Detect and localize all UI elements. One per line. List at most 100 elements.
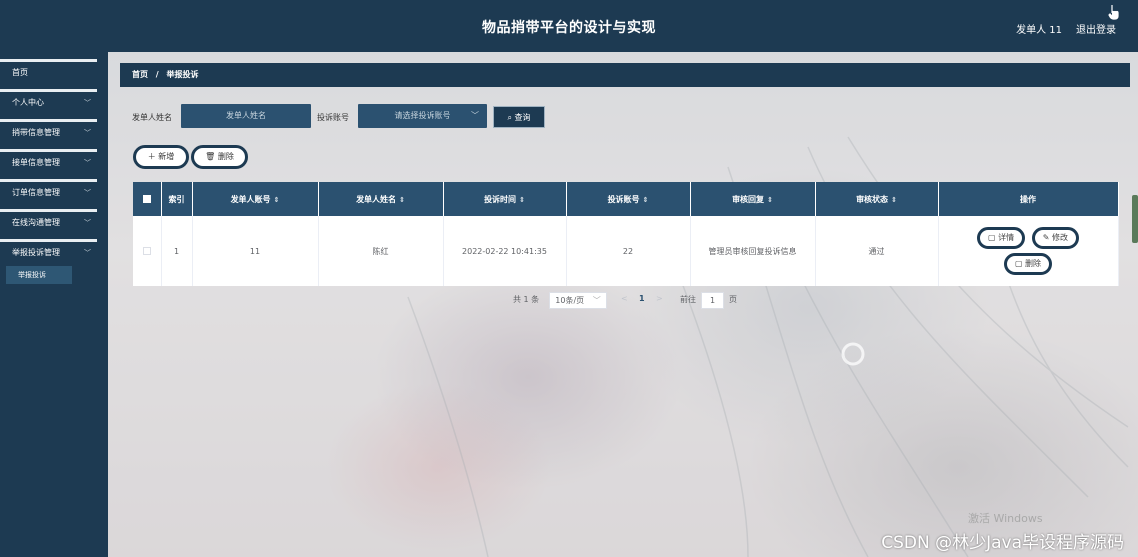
breadcrumb-separator: / bbox=[155, 70, 159, 79]
column-header[interactable]: 发单人账号 ⇕ bbox=[192, 182, 319, 216]
goto-label: 前往 bbox=[680, 295, 696, 304]
app-title: 物品捎带平台的设计与实现 bbox=[482, 20, 656, 36]
sidebar-subitem-complaint[interactable]: 举报投诉 bbox=[6, 266, 72, 284]
sort-icon[interactable]: ⇕ bbox=[399, 196, 405, 204]
sidebar-item-home[interactable]: 首页 bbox=[0, 59, 97, 81]
edit-button-label: 修改 bbox=[1051, 233, 1068, 242]
row-checkbox[interactable] bbox=[142, 247, 151, 255]
sidebar-item-online-chat[interactable]: 在线沟通管理 ﹀ bbox=[0, 209, 97, 231]
complaints-table: 索引 发单人账号 ⇕ 发单人姓名 ⇕ 投诉时间 ⇕ 投诉账号 ⇕ 审核回复 ⇕ 审核状态 ⇕… bbox=[133, 182, 1119, 286]
chevron-down-icon: ﹀ bbox=[84, 99, 91, 107]
cell-index: 1 bbox=[161, 216, 193, 286]
current-user: 发单人 11 bbox=[1016, 25, 1062, 36]
sort-icon[interactable]: ⇕ bbox=[767, 196, 773, 204]
row-select-cell[interactable] bbox=[133, 216, 162, 286]
logout-link[interactable]: 退出登录 bbox=[1076, 21, 1116, 36]
sidebar-item-accept-order[interactable]: 接单信息管理 ﹀ bbox=[0, 149, 97, 171]
sidebar-item-label: 订单信息管理 bbox=[12, 188, 60, 197]
edit-button[interactable]: ✎ 修改 bbox=[1031, 227, 1079, 249]
select-all-cell[interactable] bbox=[133, 182, 162, 216]
column-header-label: 审核状态 bbox=[856, 194, 889, 204]
add-button[interactable]: ＋ 新增 bbox=[133, 145, 189, 169]
column-header[interactable]: 审核回复 ⇕ bbox=[690, 182, 816, 216]
detail-button-label: 详情 bbox=[998, 233, 1015, 242]
prev-page-icon[interactable]: < bbox=[621, 294, 628, 303]
select-all-checkbox[interactable] bbox=[142, 195, 151, 203]
cell-time: 2022-02-22 10:41:35 bbox=[443, 216, 567, 286]
column-header-label: 投诉时间 bbox=[484, 194, 517, 204]
trash-icon: 🗑 bbox=[205, 152, 216, 161]
name-label: 发单人姓名 bbox=[132, 113, 172, 122]
batch-delete-button[interactable]: 🗑 删除 bbox=[191, 145, 248, 169]
add-button-label: 新增 bbox=[158, 152, 175, 161]
row-delete-button-label: 删除 bbox=[1025, 259, 1042, 268]
page-unit-label: 页 bbox=[729, 295, 737, 304]
sort-icon[interactable]: ⇕ bbox=[891, 196, 897, 204]
trash-icon: ▢ bbox=[1014, 259, 1023, 268]
column-header-label: 审核回复 bbox=[732, 194, 765, 204]
table-header-row: 索引 发单人账号 ⇕ 发单人姓名 ⇕ 投诉时间 ⇕ 投诉账号 ⇕ 审核回复 ⇕ 审核状态 ⇕… bbox=[133, 182, 1119, 216]
column-header[interactable]: 投诉账号 ⇕ bbox=[566, 182, 691, 216]
cell-name: 陈红 bbox=[318, 216, 444, 286]
account-label: 投诉账号 bbox=[317, 113, 349, 122]
sidebar-item-order-info[interactable]: 订单信息管理 ﹀ bbox=[0, 179, 97, 201]
cell-status: 通过 bbox=[815, 216, 939, 286]
goto-page-input[interactable]: 1 bbox=[701, 292, 724, 309]
top-header: 物品捎带平台的设计与实现 发单人 11 退出登录 bbox=[0, 0, 1138, 52]
sort-icon[interactable]: ⇕ bbox=[274, 196, 280, 204]
breadcrumb: 首页 / 举报投诉 bbox=[120, 63, 1130, 87]
current-page[interactable]: 1 bbox=[639, 294, 645, 303]
column-header: 索引 bbox=[161, 182, 193, 216]
breadcrumb-current: 举报投诉 bbox=[166, 70, 199, 79]
chevron-down-icon: ﹀ bbox=[84, 159, 91, 167]
sidebar-item-complaints[interactable]: 举报投诉管理 ﹀ bbox=[0, 239, 97, 261]
chevron-down-icon: ﹀ bbox=[84, 189, 91, 197]
cell-actions: ▢ 详情 ✎ 修改 ▢ 删除 bbox=[938, 216, 1119, 286]
cell-account: 11 bbox=[192, 216, 319, 286]
search-icon: ⌕ bbox=[507, 113, 512, 122]
document-icon: ▢ bbox=[988, 233, 996, 242]
sort-icon[interactable]: ⇕ bbox=[519, 196, 525, 204]
pencil-icon: ✎ bbox=[1042, 233, 1050, 242]
sidebar-item-label: 个人中心 bbox=[12, 98, 44, 107]
plus-icon: ＋ bbox=[147, 152, 156, 161]
sidebar-item-label: 接单信息管理 bbox=[12, 158, 60, 167]
page-size-value: 10条/页 bbox=[555, 296, 585, 305]
breadcrumb-home[interactable]: 首页 bbox=[132, 70, 148, 79]
column-header-label: 发单人姓名 bbox=[356, 194, 397, 204]
windows-activation-watermark: 激活 Windows bbox=[968, 512, 1043, 525]
sidebar-item-label: 在线沟通管理 bbox=[12, 218, 60, 227]
hand-cursor-icon bbox=[1108, 5, 1119, 20]
sidebar-item-carry-info[interactable]: 捎带信息管理 ﹀ bbox=[0, 119, 97, 141]
sidebar-item-personal-center[interactable]: 个人中心 ﹀ bbox=[0, 89, 97, 111]
column-header[interactable]: 审核状态 ⇕ bbox=[815, 182, 939, 216]
sidebar-item-label: 捎带信息管理 bbox=[12, 128, 60, 137]
chevron-down-icon: ﹀ bbox=[84, 219, 91, 227]
search-button-label: 查询 bbox=[514, 113, 531, 122]
table-row: 1 11 陈红 2022-02-22 10:41:35 22 管理员审核回复投诉… bbox=[133, 216, 1119, 286]
name-search-input[interactable]: 发单人姓名 bbox=[181, 104, 311, 128]
column-header: 操作 bbox=[938, 182, 1119, 216]
column-header[interactable]: 投诉时间 ⇕ bbox=[443, 182, 567, 216]
chevron-down-icon: ﹀ bbox=[592, 296, 601, 305]
account-select-placeholder: 请选择投诉账号 bbox=[394, 111, 451, 120]
search-button[interactable]: ⌕ 查询 bbox=[493, 106, 545, 128]
sidebar: 首页 个人中心 ﹀ 捎带信息管理 ﹀ 接单信息管理 ﹀ 订单信息管理 ﹀ 在线沟通管理 ﹀… bbox=[0, 52, 108, 557]
sidebar-item-label: 首页 bbox=[12, 68, 28, 77]
sidebar-item-label: 举报投诉管理 bbox=[12, 248, 60, 257]
cell-complaint-account: 22 bbox=[566, 216, 691, 286]
scrollbar-handle[interactable] bbox=[1132, 195, 1138, 243]
next-page-icon[interactable]: > bbox=[656, 294, 663, 303]
row-delete-button[interactable]: ▢ 删除 bbox=[1003, 253, 1053, 275]
sort-icon[interactable]: ⇕ bbox=[643, 196, 649, 204]
chevron-down-icon: ﹀ bbox=[471, 111, 479, 120]
delete-button-label: 删除 bbox=[217, 152, 234, 161]
column-header-label: 发单人账号 bbox=[230, 194, 271, 204]
pagination-total: 共 1 条 bbox=[513, 295, 540, 304]
cell-reply: 管理员审核回复投诉信息 bbox=[690, 216, 816, 286]
column-header[interactable]: 发单人姓名 ⇕ bbox=[318, 182, 444, 216]
chevron-down-icon: ﹀ bbox=[84, 129, 91, 137]
account-select[interactable]: 请选择投诉账号 ﹀ bbox=[358, 104, 487, 128]
detail-button[interactable]: ▢ 详情 bbox=[977, 227, 1026, 249]
page-size-select[interactable]: 10条/页 ﹀ bbox=[549, 292, 607, 309]
